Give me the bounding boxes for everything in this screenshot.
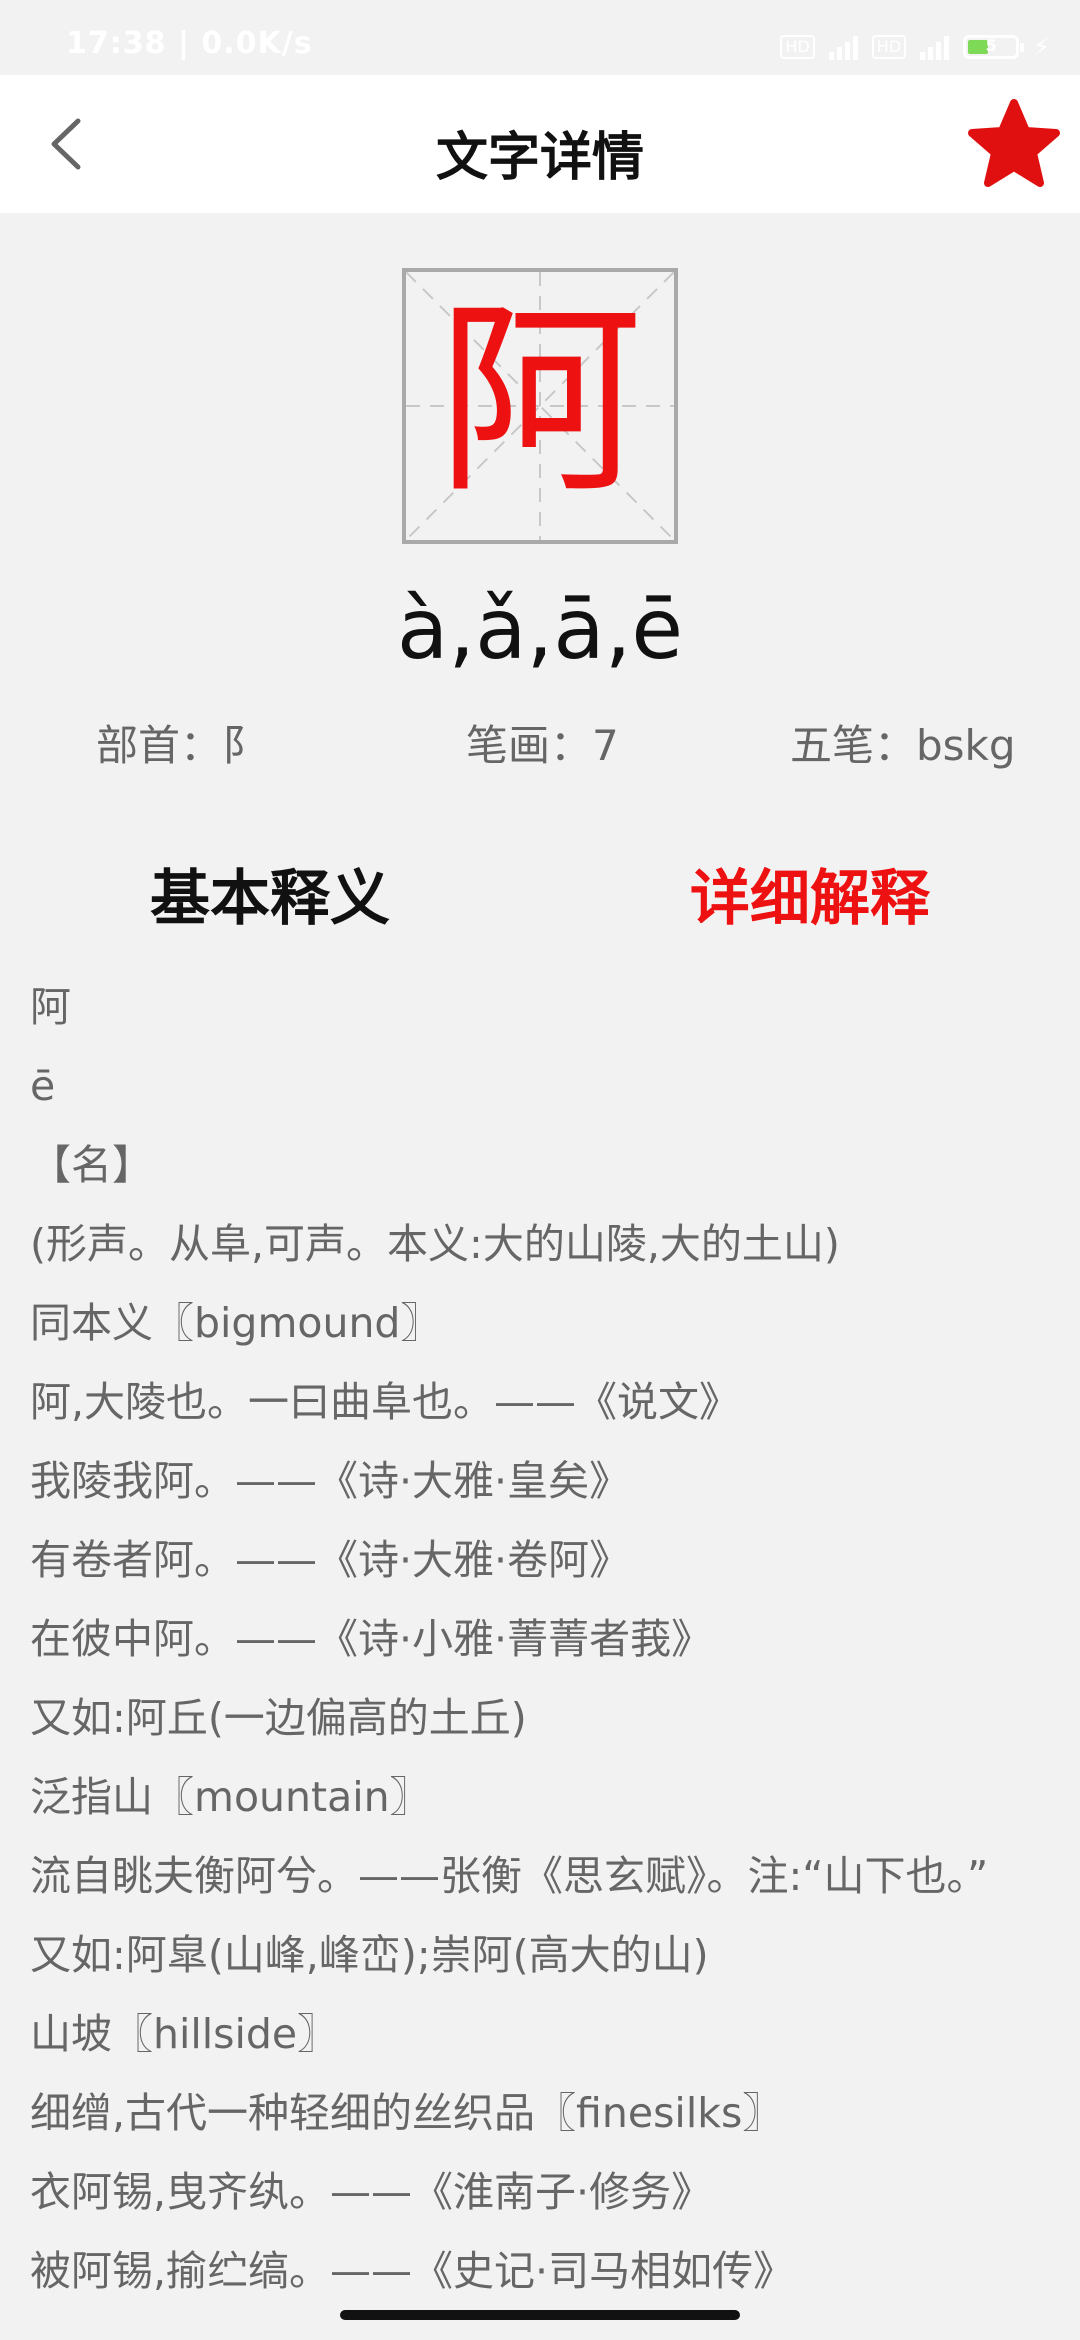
definition-line: 又如:阿丘(一边偏高的土丘) xyxy=(30,1694,527,1742)
charging-icon: ⚡ xyxy=(1033,33,1050,61)
definition-line: 有卷者阿。——《诗·大雅·卷阿》 xyxy=(30,1536,631,1584)
star-icon xyxy=(968,99,1060,187)
tab-basic-definition[interactable]: 基本释义 xyxy=(150,850,390,937)
definition-content: 阿 ē 【名】 (形声。从阜,可声。本义:大的山陵,大的土山) 同本义〖bigm… xyxy=(30,972,1060,2315)
status-time: 17:38 | 0.0K/s xyxy=(66,26,313,61)
radical-info: 部首：阝 xyxy=(96,721,265,770)
home-indicator[interactable] xyxy=(340,2310,740,2320)
status-icons: HD HD 5 ⚡ xyxy=(780,30,1050,64)
hd-badge-2: HD xyxy=(871,35,907,59)
battery-level: 5 xyxy=(985,36,997,55)
signal-icon-2 xyxy=(920,34,950,60)
character-glyph: 阿 xyxy=(436,281,643,521)
stroke-count: 笔画：7 xyxy=(466,721,619,770)
definition-line: 我陵我阿。——《诗·大雅·皇矣》 xyxy=(30,1457,631,1505)
wubi-code: 五笔：bskg xyxy=(790,721,1016,770)
pinyin: à,ǎ,ā,ē xyxy=(396,580,684,678)
definition-line: 被阿锡,揄纻缟。——《史记·司马相如传》 xyxy=(30,2247,795,2295)
definition-line: 阿,大陵也。一曰曲阜也。——《说文》 xyxy=(30,1378,741,1426)
definition-line: 又如:阿皐(山峰,峰峦);崇阿(高大的山) xyxy=(30,1931,709,1979)
definition-line: 衣阿锡,曳齐纨。——《淮南子·修务》 xyxy=(30,2168,713,2216)
definition-line: 【名】 xyxy=(30,1141,153,1189)
definition-line: (形声。从阜,可声。本义:大的山陵,大的土山) xyxy=(30,1220,840,1268)
character-box: 阿 xyxy=(402,268,678,544)
definition-line: 细缯,古代一种轻细的丝织品〖finesilks〗 xyxy=(30,2089,784,2137)
tab-detailed-explanation[interactable]: 详细解释 xyxy=(690,850,930,937)
definition-line: 流自眺夫衡阿兮。——张衡《思玄赋》。注:“山下也。” xyxy=(30,1852,989,1900)
definition-line: ē xyxy=(30,1062,56,1110)
signal-icon xyxy=(828,34,858,60)
definition-line: 山坡〖hillside〗 xyxy=(30,2010,339,2058)
definition-line: 同本义〖bigmound〗 xyxy=(30,1299,442,1347)
hd-badge: HD xyxy=(780,35,815,59)
page-title: 文字详情 xyxy=(435,128,644,188)
favorite-button[interactable] xyxy=(966,97,1062,193)
app-header: 文字详情 xyxy=(0,75,1080,213)
status-bar: 17:38 | 0.0K/s HD HD 5 ⚡ xyxy=(0,0,1080,75)
definition-line: 阿 xyxy=(30,983,71,1031)
battery-icon: 5 xyxy=(963,35,1025,59)
definition-line: 泛指山〖mountain〗 xyxy=(30,1773,431,1821)
definition-line: 在彼中阿。——《诗·小雅·菁菁者莪》 xyxy=(30,1615,713,1663)
